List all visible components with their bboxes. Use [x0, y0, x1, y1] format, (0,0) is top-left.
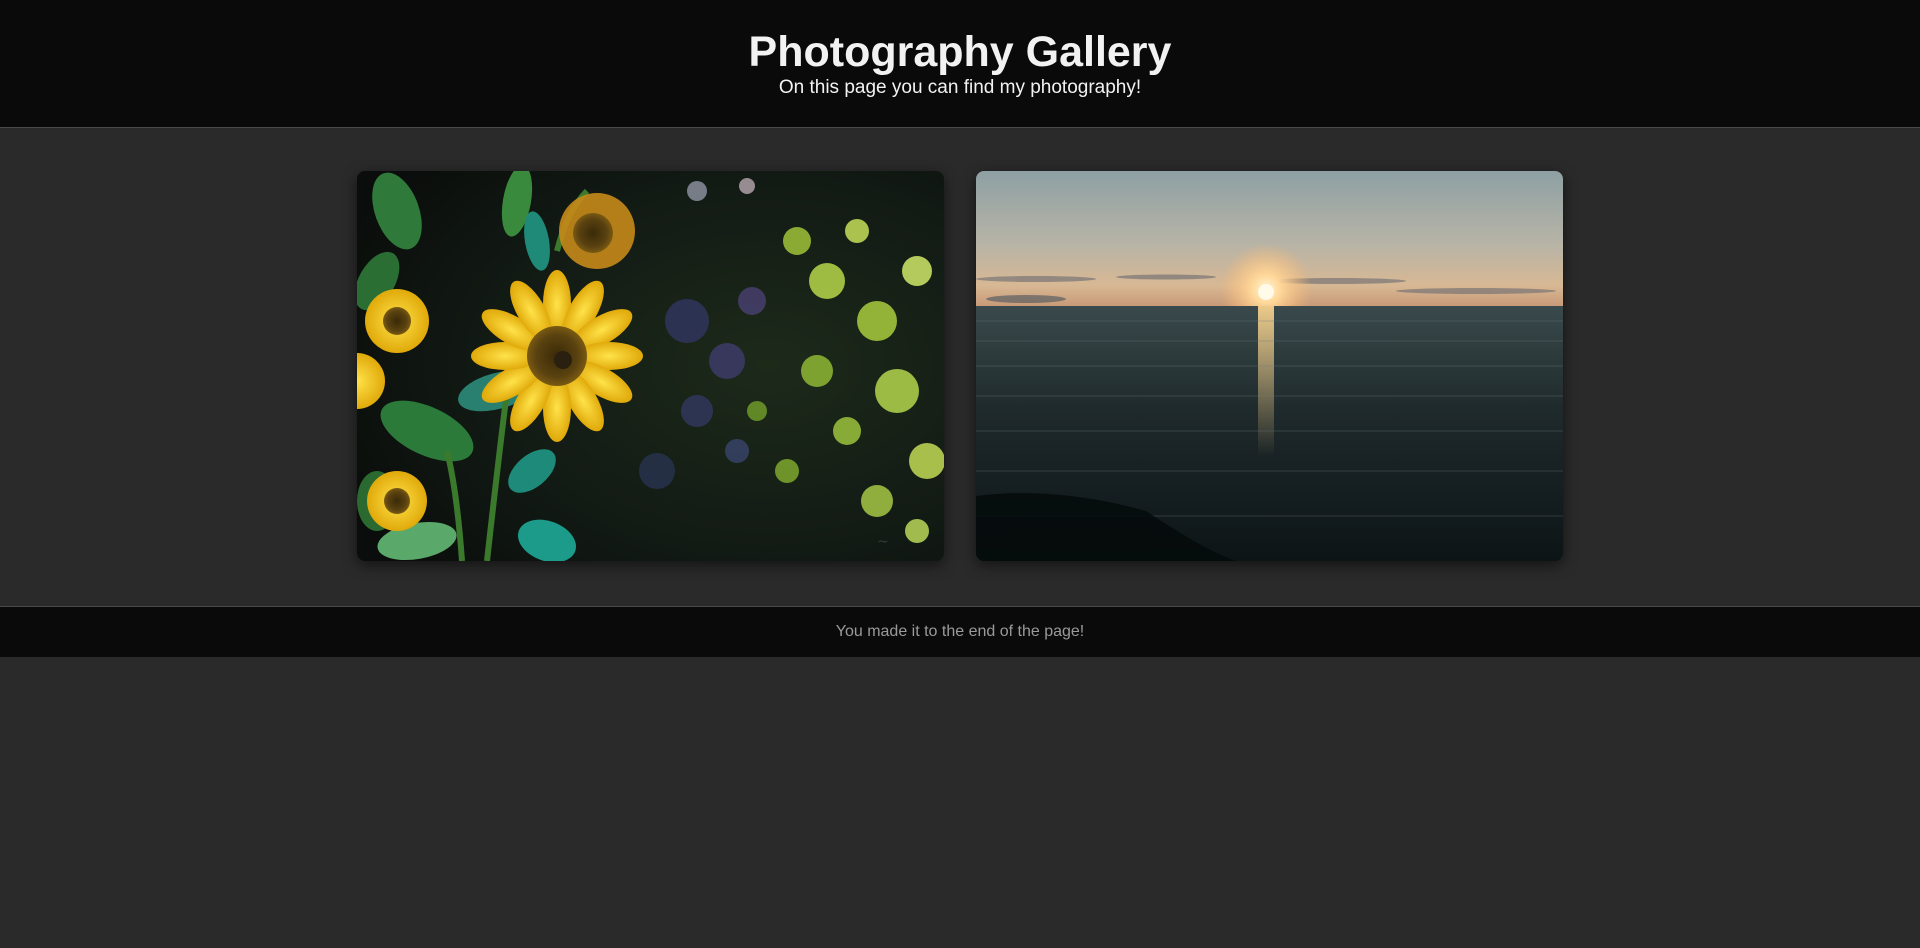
svg-text:~: ~	[877, 534, 889, 550]
sunflower-photo: ~	[357, 171, 944, 561]
sunset-photo	[976, 171, 1563, 561]
page-title: Photography Gallery	[748, 28, 1172, 76]
page-subtitle: On this page you can find my photography…	[778, 77, 1142, 98]
photo-gallery: ~	[0, 128, 1920, 606]
page-header: Photography Gallery On this page you can…	[0, 0, 1920, 128]
page-footer: You made it to the end of the page!	[0, 606, 1920, 657]
footer-text: You made it to the end of the page!	[835, 623, 1085, 640]
